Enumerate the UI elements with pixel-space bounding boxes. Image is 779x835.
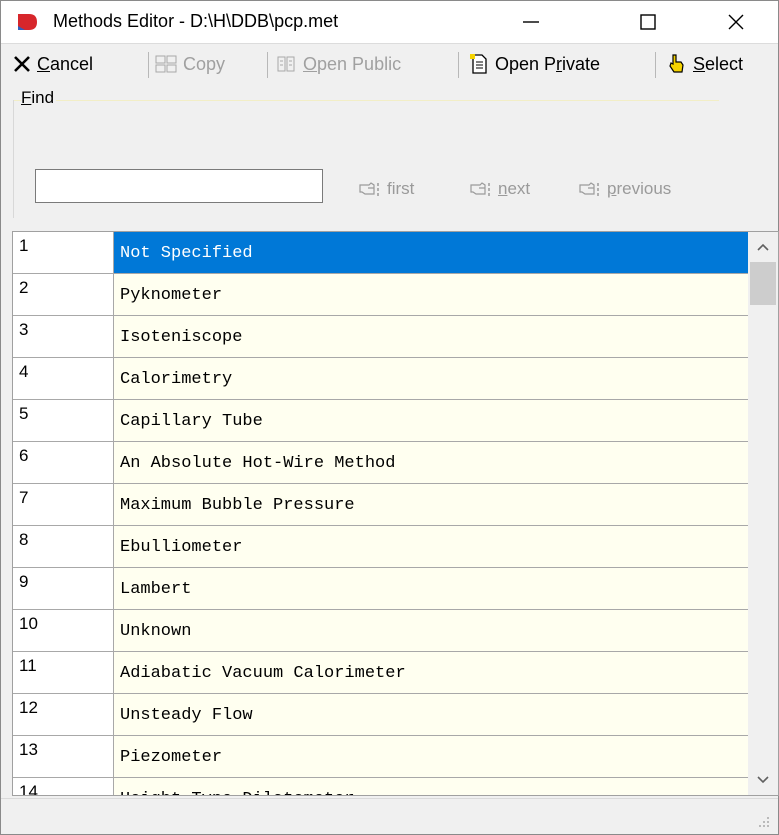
method-id-cell[interactable]: 4: [13, 358, 114, 400]
find-input[interactable]: [35, 169, 323, 203]
table-row[interactable]: 12 Unsteady Flow: [13, 694, 748, 736]
toolbar-separator: [458, 52, 459, 78]
table-row[interactable]: 6 An Absolute Hot-Wire Method: [13, 442, 748, 484]
method-name-cell[interactable]: Unsteady Flow: [114, 694, 748, 736]
method-name-cell[interactable]: Height-Type Dilatometer: [114, 778, 748, 795]
method-id-cell[interactable]: 11: [13, 652, 114, 694]
select-button[interactable]: Select: [665, 50, 743, 78]
method-id-cell[interactable]: 2: [13, 274, 114, 316]
open-public-button[interactable]: Open Public: [275, 50, 401, 78]
pointing-hand-icon: [579, 182, 599, 196]
method-name-cell[interactable]: Adiabatic Vacuum Calorimeter: [114, 652, 748, 694]
copy-label: Copy: [183, 53, 226, 74]
method-id-cell[interactable]: 1: [13, 232, 114, 274]
method-name-cell[interactable]: Pyknometer: [114, 274, 748, 316]
table-row[interactable]: 11 Adiabatic Vacuum Calorimeter: [13, 652, 748, 694]
method-name-cell[interactable]: An Absolute Hot-Wire Method: [114, 442, 748, 484]
close-icon: [728, 14, 744, 30]
copy-icon: [155, 55, 177, 73]
find-first-label: first: [387, 179, 415, 198]
method-name-cell[interactable]: Isoteniscope: [114, 316, 748, 358]
cancel-button[interactable]: Cancel: [13, 50, 93, 78]
find-first-button[interactable]: first: [359, 177, 414, 201]
toolbar: Cancel Copy Open Public Open Private Sel…: [1, 43, 778, 83]
method-id-cell[interactable]: 5: [13, 400, 114, 442]
method-name-cell[interactable]: Ebulliometer: [114, 526, 748, 568]
window-title: Methods Editor - D:\H\DDB\pcp.met: [53, 11, 339, 31]
table-row[interactable]: 8 Ebulliometer: [13, 526, 748, 568]
resize-grip-icon[interactable]: [756, 814, 770, 828]
table-row[interactable]: 1 Not Specified: [13, 232, 748, 274]
table-row[interactable]: 3 Isoteniscope: [13, 316, 748, 358]
scroll-down-button[interactable]: [748, 765, 778, 795]
method-name-cell[interactable]: Calorimetry: [114, 358, 748, 400]
method-id-cell[interactable]: 7: [13, 484, 114, 526]
method-id-cell[interactable]: 8: [13, 526, 114, 568]
minimize-icon: [523, 21, 539, 23]
public-folder-icon: [277, 56, 295, 72]
find-group-border-left: [13, 100, 14, 218]
app-logo-icon: [15, 10, 39, 34]
table-row[interactable]: 5 Capillary Tube: [13, 400, 748, 442]
toolbar-separator: [267, 52, 268, 78]
copy-button[interactable]: Copy: [155, 50, 225, 78]
table-row[interactable]: 14Height-Type Dilatometer: [13, 778, 748, 795]
method-name-cell[interactable]: Capillary Tube: [114, 400, 748, 442]
find-next-button[interactable]: next: [470, 177, 530, 201]
pointing-hand-icon: [470, 182, 490, 196]
close-button[interactable]: [706, 1, 766, 43]
minimize-button[interactable]: [501, 1, 561, 43]
method-id-cell[interactable]: 9: [13, 568, 114, 610]
toolbar-separator: [148, 52, 149, 78]
table-row[interactable]: 9 Lambert: [13, 568, 748, 610]
method-id-cell[interactable]: 14: [13, 778, 114, 795]
table-row[interactable]: 10 Unknown: [13, 610, 748, 652]
method-name-cell[interactable]: Not Specified: [114, 232, 748, 274]
methods-editor-window: Methods Editor - D:\H\DDB\pcp.met Cancel…: [0, 0, 779, 835]
document-icon: [470, 54, 487, 74]
method-id-cell[interactable]: 13: [13, 736, 114, 778]
maximize-icon: [640, 14, 656, 30]
table-row[interactable]: 13 Piezometer: [13, 736, 748, 778]
status-bar: [1, 798, 778, 834]
method-name-cell[interactable]: Maximum Bubble Pressure: [114, 484, 748, 526]
x-icon: [14, 56, 30, 72]
open-private-button[interactable]: Open Private: [469, 50, 600, 78]
method-id-cell[interactable]: 6: [13, 442, 114, 484]
method-name-cell[interactable]: Piezometer: [114, 736, 748, 778]
pointing-hand-icon: [359, 182, 379, 196]
methods-grid: 1 Not Specified 2 Pyknometer 3 Isoteniscope 4 C…: [12, 231, 779, 796]
scroll-thumb[interactable]: [750, 262, 776, 305]
method-id-cell[interactable]: 3: [13, 316, 114, 358]
title-bar: Methods Editor - D:\H\DDB\pcp.met: [1, 1, 778, 43]
method-id-cell[interactable]: 12: [13, 694, 114, 736]
find-previous-button[interactable]: previous: [579, 177, 671, 201]
table-row[interactable]: 4 Calorimetry: [13, 358, 748, 400]
chevron-down-icon: [757, 776, 769, 784]
method-name-cell[interactable]: Unknown: [114, 610, 748, 652]
table-row[interactable]: 7 Maximum Bubble Pressure: [13, 484, 748, 526]
maximize-button[interactable]: [618, 1, 678, 43]
method-name-cell[interactable]: Lambert: [114, 568, 748, 610]
find-label: Find: [21, 88, 57, 108]
method-id-cell[interactable]: 10: [13, 610, 114, 652]
table-row[interactable]: 2 Pyknometer: [13, 274, 748, 316]
chevron-up-icon: [757, 243, 769, 251]
toolbar-separator: [655, 52, 656, 78]
hand-pointer-icon: [669, 54, 684, 73]
scroll-up-button[interactable]: [748, 232, 778, 262]
vertical-scrollbar[interactable]: [748, 232, 778, 795]
